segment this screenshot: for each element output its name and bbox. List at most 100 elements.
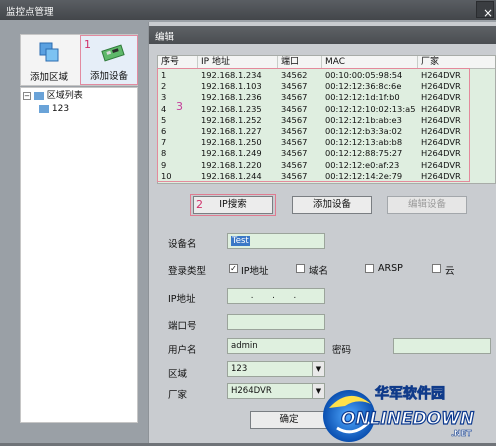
cell-mac: 00:12:12:1d:1f:b0	[325, 92, 400, 103]
column-header-mac: MAC	[322, 56, 418, 69]
cell-no: 8	[161, 148, 167, 159]
port-label: 端口号	[168, 321, 197, 332]
add-device-icon	[101, 44, 125, 62]
cell-port: 34567	[281, 137, 308, 148]
cell-ip: 192.168.1.234	[201, 70, 262, 80]
close-button[interactable]: ×	[476, 1, 494, 20]
cell-mac: 00:12:12:14:2e:79	[325, 170, 403, 181]
add-device-dialog-button[interactable]: 添加设备	[292, 196, 372, 214]
cell-port: 34567	[281, 114, 308, 125]
login-arsp-label: ARSP	[378, 263, 403, 274]
cell-no: 2	[161, 81, 167, 92]
column-header-vendor: 厂家	[421, 57, 440, 67]
marker-1: 1	[84, 38, 91, 51]
cell-port: 34567	[281, 81, 308, 92]
svg-text:.NET: .NET	[451, 429, 472, 438]
username-input[interactable]: admin	[227, 338, 325, 354]
tree-root[interactable]: − 区域列表	[23, 90, 83, 103]
password-label: 密码	[332, 345, 352, 356]
table-row[interactable]: 1 192.168.1.234 34562 00:10:00:05:98:54 H264…	[158, 70, 495, 81]
cell-no: 10	[161, 170, 172, 181]
add-area-button[interactable]: 添加区域	[21, 35, 77, 85]
table-row[interactable]: 2 192.168.1.103 34567 00:12:12:36:8c:6e H264…	[158, 81, 495, 92]
cell-ip: 192.168.1.249	[201, 148, 262, 159]
cell-port: 34567	[281, 103, 308, 114]
collapse-icon[interactable]: −	[23, 91, 31, 100]
cell-port: 34562	[281, 70, 308, 80]
left-toolbar: 添加区域 1 添加设备	[20, 34, 138, 86]
cell-vendor: H264DVR	[421, 159, 461, 170]
table-row[interactable]: 10 192.168.1.244 34567 00:12:12:14:2e:79 H26…	[158, 170, 495, 182]
onlinedown-watermark: 华军软件园 ONLINEDOWN .NET	[315, 378, 496, 443]
cell-ip: 192.168.1.227	[201, 126, 262, 136]
table-row[interactable]: 8 192.168.1.249 34567 00:12:12:88:75:27 H264…	[158, 148, 495, 159]
cell-no: 1	[161, 70, 167, 80]
tree-item-123[interactable]: 123	[39, 103, 69, 116]
area-select[interactable]: 123 ▼	[227, 361, 325, 377]
cell-ip: 192.168.1.236	[201, 92, 262, 103]
table-row[interactable]: 4 192.168.1.235 34567 00:12:12:10:02:13:a5 H…	[158, 103, 495, 115]
cell-vendor: H264DVR	[421, 137, 461, 148]
table-header: 序号 IP 地址 端口 MAC 厂家	[158, 56, 495, 69]
table-row[interactable]: 9 192.168.1.220 34567 00:12:12:e0:af:23 H264…	[158, 159, 495, 171]
add-area-icon	[39, 42, 59, 62]
cell-ip: 192.168.1.244	[201, 170, 262, 181]
marker-3: 3	[176, 100, 183, 113]
cell-port: 34567	[281, 92, 308, 103]
cell-mac: 00:12:12:10:02:13:a5	[325, 103, 416, 114]
table-row[interactable]: 3 192.168.1.236 34567 00:12:12:1d:1f:b0 H264…	[158, 92, 495, 103]
cell-mac: 00:12:12:b3:3a:02	[325, 126, 403, 136]
login-arsp-checkbox[interactable]	[365, 264, 374, 273]
vendor-select[interactable]: H264DVR ▼	[227, 383, 325, 399]
cell-no: 4	[161, 103, 167, 114]
area-value: 123	[231, 364, 248, 374]
username-label: 用户名	[168, 345, 197, 356]
cell-no: 9	[161, 159, 167, 170]
device-name-label: 设备名	[168, 239, 197, 250]
cell-ip: 192.168.1.103	[201, 81, 262, 92]
device-name-value: Test	[231, 236, 250, 246]
add-device-button[interactable]: 1 添加设备	[80, 35, 138, 85]
port-input[interactable]	[227, 314, 325, 330]
cell-port: 34567	[281, 126, 308, 136]
device-table: 序号 IP 地址 端口 MAC 厂家 1 192.168.1.234 34562 00…	[157, 55, 496, 184]
table-row[interactable]: 5 192.168.1.252 34567 00:12:12:1b:ab:e3 H264…	[158, 114, 495, 126]
cell-ip: 192.168.1.250	[201, 137, 262, 148]
dialog-title: 编辑	[155, 32, 175, 43]
cell-mac: 00:12:12:36:8c:6e	[325, 81, 402, 92]
login-cloud-label: 云	[445, 266, 455, 277]
ip-address-input[interactable]: . . .	[227, 288, 325, 304]
edit-device-button[interactable]: 编辑设备	[387, 196, 467, 214]
cell-no: 5	[161, 114, 167, 125]
cell-vendor: H264DVR	[421, 70, 461, 80]
cell-vendor: H264DVR	[421, 148, 461, 159]
password-input[interactable]	[393, 338, 491, 354]
column-header-ip: IP 地址	[198, 56, 278, 69]
login-cloud-checkbox[interactable]	[432, 264, 441, 273]
cell-mac: 00:12:12:1b:ab:e3	[325, 114, 402, 125]
cell-port: 34567	[281, 159, 308, 170]
marker-2: 2	[196, 198, 203, 211]
area-node-icon	[39, 104, 49, 113]
ip-search-button[interactable]: 2 IP搜索	[193, 196, 273, 214]
vendor-label: 厂家	[168, 390, 188, 401]
chevron-down-icon[interactable]: ▼	[312, 362, 324, 376]
window-title: 监控点管理	[6, 7, 54, 18]
add-area-label: 添加区域	[29, 72, 68, 83]
table-row[interactable]: 7 192.168.1.250 34567 00:12:12:13:ab:b8 H264…	[158, 137, 495, 148]
table-row[interactable]: 6 192.168.1.227 34567 00:12:12:b3:3a:02 H264…	[158, 126, 495, 137]
device-name-input[interactable]: Test	[227, 233, 325, 249]
cell-ip: 192.168.1.235	[201, 103, 262, 114]
login-domain-checkbox[interactable]	[296, 264, 305, 273]
login-ip-label: IP地址	[241, 266, 269, 277]
cell-vendor: H264DVR	[421, 126, 461, 136]
cell-mac: 00:10:00:05:98:54	[325, 70, 403, 80]
cell-vendor: H264DVR	[421, 103, 461, 114]
tree-item-label: 123	[51, 104, 70, 114]
cell-vendor: H264DVR	[421, 114, 461, 125]
login-ip-checkbox[interactable]: ✓	[229, 264, 238, 273]
cell-ip: 192.168.1.220	[201, 159, 262, 170]
area-label: 区域	[168, 369, 188, 380]
tree-root-label: 区域列表	[46, 91, 83, 101]
column-header-no: 序号	[158, 56, 198, 69]
